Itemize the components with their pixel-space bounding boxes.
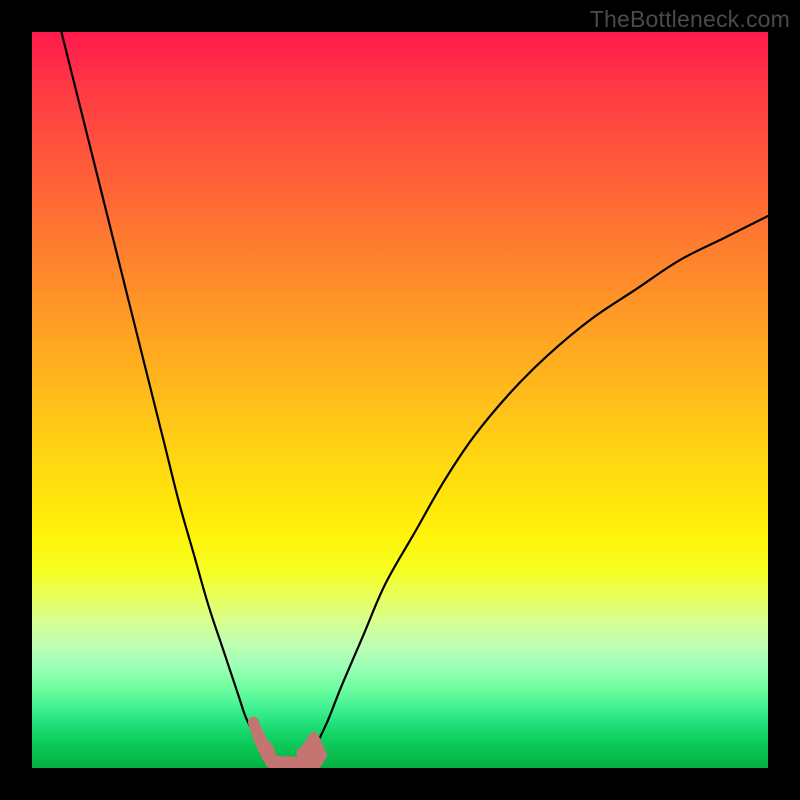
chart-svg xyxy=(32,32,768,768)
watermark-text: TheBottleneck.com xyxy=(590,6,790,33)
markers-group xyxy=(253,722,321,768)
right-branch-path xyxy=(304,216,768,764)
marker-dash xyxy=(314,738,322,756)
plot-area xyxy=(32,32,768,768)
left-branch-path xyxy=(61,32,282,764)
outer-frame: TheBottleneck.com xyxy=(0,0,800,800)
